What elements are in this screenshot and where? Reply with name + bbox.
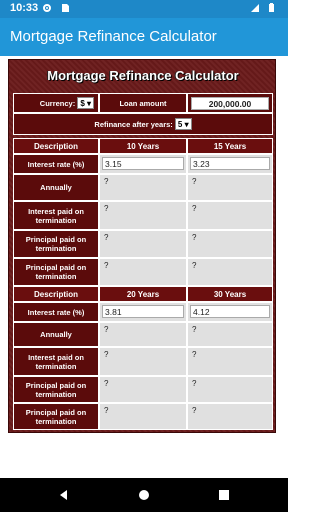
loan-amount-label: Loan amount [99,93,187,113]
rate-cell: 3.23 [187,154,273,174]
result-value: ? [187,347,273,376]
result-value: ? [187,322,273,347]
sd-card-icon [62,4,69,12]
rate-30-years-input[interactable]: 4.12 [190,305,270,318]
rate-cell: 4.12 [187,302,273,322]
currency-select[interactable]: $ ▾ [77,97,94,109]
annually-label: Annually [13,174,99,201]
app-bar: Mortgage Refinance Calculator [0,18,288,56]
currency-loan-row: Currency: $ ▾ Loan amount 200,000.00 [13,93,273,113]
loan-amount-input[interactable]: 200,000.00 [191,96,269,110]
refinance-row: Refinance after years: 5 ▾ [13,113,273,135]
description-header: Description [13,286,99,302]
col-header-20-years: 20 Years [99,286,187,302]
table-row: Annually ? ? [13,322,273,347]
table-row: Interest paid on termination ? ? [13,201,273,230]
table-row: Annually ? ? [13,174,273,201]
rate-15-years-input[interactable]: 3.23 [190,157,270,170]
col-header-30-years: 30 Years [187,286,273,302]
result-value: ? [99,201,187,230]
annually-label: Annually [13,322,99,347]
signal-icon [251,4,259,12]
interest-paid-label: Interest paid on termination [13,347,99,376]
table-row: Principal paid on termination ? ? [13,230,273,258]
rate-10-years-input[interactable]: 3.15 [102,157,184,170]
result-value: ? [187,376,273,403]
col-header-15-years: 15 Years [187,138,273,154]
refinance-cell: Refinance after years: 5 ▾ [13,113,273,135]
home-icon[interactable] [138,489,150,501]
rate-cell: 3.81 [99,302,187,322]
section2-header-row: Description 20 Years 30 Years [13,286,273,302]
interest-rate-label: Interest rate (%) [13,154,99,174]
navigation-bar [0,478,288,512]
back-icon[interactable] [58,489,70,501]
battery-icon [269,3,274,12]
result-value: ? [187,230,273,258]
rate-cell: 3.15 [99,154,187,174]
description-header: Description [13,138,99,154]
status-time: 10:33 [10,2,39,14]
app-title: Mortgage Refinance Calculator [10,28,217,45]
result-value: ? [187,174,273,201]
rate-20-years-input[interactable]: 3.81 [102,305,184,318]
principal-paid-label: Principal paid on termination [13,403,99,430]
result-value: ? [99,403,187,430]
calculator-panel: Mortgage Refinance Calculator Currency: … [8,59,276,433]
recents-icon[interactable] [218,489,230,501]
currency-label: Currency: [39,98,76,108]
result-value: ? [99,376,187,403]
section1-rate-row: Interest rate (%) 3.15 3.23 [13,154,273,174]
principal-paid-label: Principal paid on termination [13,376,99,403]
refinance-years-select[interactable]: 5 ▾ [174,118,192,130]
section1-header-row: Description 10 Years 15 Years [13,138,273,154]
interest-paid-label: Interest paid on termination [13,201,99,230]
status-bar: 10:33 [0,0,288,18]
currency-cell: Currency: $ ▾ [13,93,99,113]
settings-icon [43,4,51,12]
loan-amount-cell: 200,000.00 [187,93,273,113]
table-row: Principal paid on termination ? ? [13,258,273,286]
content-area: Mortgage Refinance Calculator Currency: … [0,56,288,478]
principal-paid-label: Principal paid on termination [13,230,99,258]
result-value: ? [99,347,187,376]
result-value: ? [99,174,187,201]
result-value: ? [99,258,187,286]
result-value: ? [99,230,187,258]
result-value: ? [187,403,273,430]
principal-paid-label: Principal paid on termination [13,258,99,286]
result-value: ? [99,322,187,347]
panel-title: Mortgage Refinance Calculator [47,68,239,83]
result-value: ? [187,201,273,230]
interest-rate-label: Interest rate (%) [13,302,99,322]
table-row: Principal paid on termination ? ? [13,403,273,430]
refinance-label: Refinance after years: [94,119,173,129]
table-row: Interest paid on termination ? ? [13,347,273,376]
table-row: Principal paid on termination ? ? [13,376,273,403]
section2-rate-row: Interest rate (%) 3.81 4.12 [13,302,273,322]
col-header-10-years: 10 Years [99,138,187,154]
result-value: ? [187,258,273,286]
